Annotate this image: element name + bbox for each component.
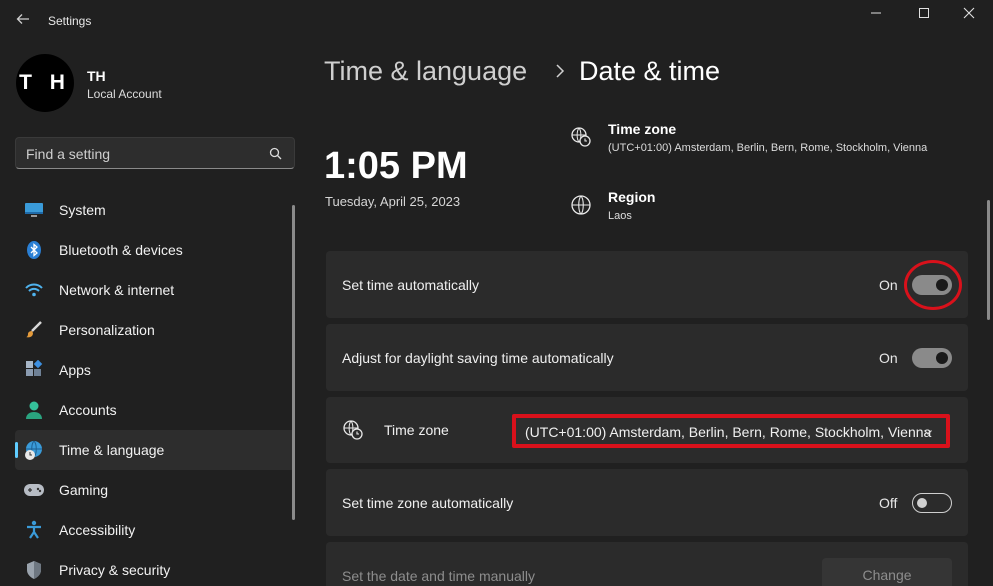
close-button[interactable] [946,2,992,24]
current-time: 1:05 PM [324,145,468,187]
sidebar-item-accessibility[interactable]: Accessibility [15,510,295,550]
globe-clock-icon [23,439,45,461]
change-button[interactable]: Change [822,558,952,586]
manual-datetime-card: Set the date and time manually Change [326,542,968,586]
set-time-auto-state: On [879,277,898,293]
sidebar-item-label: Network & internet [59,282,175,298]
manual-datetime-label: Set the date and time manually [342,568,536,584]
sidebar-item-personalization[interactable]: Personalization [15,310,295,350]
chevron-down-icon [924,430,932,435]
sidebar-item-network[interactable]: Network & internet [15,270,295,310]
sidebar-item-system[interactable]: System [15,190,295,230]
time-zone-dropdown[interactable]: (UTC+01:00) Amsterdam, Berlin, Bern, Rom… [512,414,950,448]
set-tz-auto-toggle[interactable] [912,493,952,513]
sidebar-item-label: Bluetooth & devices [59,242,183,258]
sidebar-item-label: System [59,202,106,218]
sidebar-item-time-language[interactable]: Time & language [15,430,295,470]
toggle-knob [917,498,927,508]
globe-clock-icon [570,126,592,148]
set-time-auto-label: Set time automatically [342,277,479,293]
person-icon [23,399,45,421]
sidebar-item-label: Gaming [59,482,109,498]
chevron-right-icon [553,62,567,80]
time-zone-label: Time zone [384,422,449,438]
sidebar-item-accounts[interactable]: Accounts [15,390,295,430]
sidebar-nav: System Bluetooth & devices Network & int… [15,190,295,586]
search-input[interactable]: Find a setting [15,137,295,169]
avatar-initials: T H [19,71,71,94]
sidebar-item-apps[interactable]: Apps [15,350,295,390]
daylight-saving-toggle[interactable] [912,348,952,368]
daylight-saving-card: Adjust for daylight saving time automati… [326,324,968,391]
globe-icon [570,194,592,216]
set-tz-auto-state: Off [879,495,898,511]
set-time-auto-card: Set time automatically On [326,251,968,318]
sidebar-item-gaming[interactable]: Gaming [15,470,295,510]
sidebar-item-label: Accounts [59,402,117,418]
user-name: TH [87,68,106,84]
search-icon [269,147,282,160]
main-scrollbar[interactable] [987,200,990,320]
accessibility-icon [23,519,45,541]
sidebar-item-label: Accessibility [59,522,136,538]
page-title: Date & time [579,56,721,86]
apps-icon [23,359,45,381]
monitor-icon [23,199,45,221]
sidebar-item-bluetooth[interactable]: Bluetooth & devices [15,230,295,270]
sidebar-item-label: Apps [59,362,91,378]
toggle-knob [936,352,948,364]
set-tz-auto-card: Set time zone automatically Off [326,469,968,536]
search-placeholder: Find a setting [26,146,111,162]
sidebar-item-label: Personalization [59,322,155,338]
sidebar-item-label: Time & language [59,442,165,458]
sidebar-scrollbar[interactable] [292,205,295,520]
info-timezone-title: Time zone [608,121,677,137]
gamepad-icon [23,479,45,501]
daylight-saving-state: On [879,350,898,366]
info-region-value: Laos [608,210,632,222]
current-date: Tuesday, April 25, 2023 [325,194,461,209]
highlight-circle [904,260,962,310]
info-region-title: Region [608,189,656,205]
back-arrow-icon[interactable] [12,8,34,30]
breadcrumb-parent[interactable]: Time & language [324,56,527,87]
sidebar-item-label: Privacy & security [59,562,171,578]
maximize-button[interactable] [901,2,947,24]
avatar[interactable]: T H [16,54,74,112]
brush-icon [23,319,45,341]
sidebar-item-privacy[interactable]: Privacy & security [15,550,295,586]
daylight-saving-label: Adjust for daylight saving time automati… [342,350,614,366]
app-title: Settings [48,14,92,28]
time-zone-card: Time zone (UTC+01:00) Amsterdam, Berlin,… [326,397,968,463]
account-type: Local Account [87,87,162,101]
time-zone-selected: (UTC+01:00) Amsterdam, Berlin, Bern, Rom… [525,424,932,440]
info-timezone-value: (UTC+01:00) Amsterdam, Berlin, Bern, Rom… [608,142,928,154]
shield-icon [23,559,45,581]
globe-clock-icon [342,419,364,446]
set-tz-auto-label: Set time zone automatically [342,495,514,511]
bluetooth-icon [23,239,45,261]
wifi-icon [23,279,45,301]
minimize-button[interactable] [853,2,899,24]
